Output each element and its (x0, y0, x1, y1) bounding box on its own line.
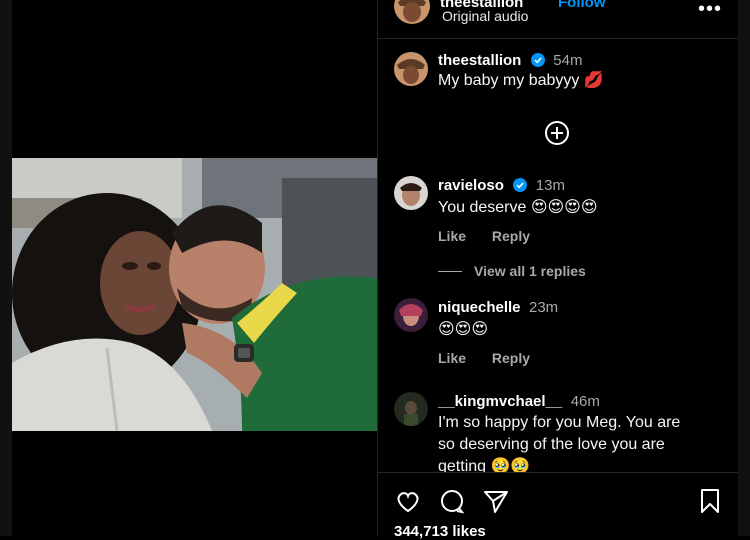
bookmark-icon[interactable] (696, 487, 724, 515)
like-comment-button[interactable]: Like (438, 350, 466, 366)
right-backdrop (738, 0, 750, 536)
verified-badge-icon (530, 53, 545, 67)
caption-time: 54m (553, 52, 583, 69)
comment-avatar[interactable] (394, 298, 428, 332)
heart-icon[interactable] (394, 487, 422, 515)
action-bar: 344,713 likes (378, 472, 738, 540)
share-icon[interactable] (482, 487, 510, 515)
likes-count[interactable]: 344,713 likes (394, 523, 486, 540)
comment-actions: Like Reply (438, 228, 552, 244)
caption-text: My baby my babyyy 💋 (438, 72, 604, 89)
like-comment-button[interactable]: Like (438, 228, 466, 244)
avatar-image (394, 176, 428, 210)
verified-badge-icon (513, 178, 528, 192)
comment-avatar[interactable] (394, 176, 428, 210)
comment-username[interactable]: ravieloso (438, 177, 504, 194)
comment-time: 23m (528, 299, 559, 316)
caption-username[interactable]: theestallion (438, 52, 521, 69)
post-header: theestallion Follow Original audio ••• (378, 0, 738, 39)
comments-panel: theestallion Follow Original audio ••• t… (378, 0, 738, 540)
comment-avatar[interactable] (394, 392, 428, 426)
comment-username[interactable]: __kingmvchael__ (438, 393, 562, 410)
left-backdrop (0, 0, 12, 536)
comment-text: 😍😍😍 (438, 321, 489, 338)
caption-avatar[interactable] (394, 52, 428, 86)
more-icon[interactable]: ••• (698, 0, 722, 21)
comment-meta: ravieloso 13m (438, 177, 565, 195)
reply-button[interactable]: Reply (492, 350, 530, 366)
view-replies-button[interactable]: View all 1 replies (474, 263, 586, 279)
caption-meta: theestallion 54m (438, 52, 582, 70)
comment-text-line: I'm so happy for you Meg. You are (438, 414, 681, 431)
avatar-image (394, 52, 428, 86)
comment-meta: __kingmvchael__ 46m (438, 393, 600, 411)
comment-time: 13m (535, 177, 565, 194)
author-avatar[interactable] (394, 0, 430, 24)
plus-circle-icon[interactable] (544, 120, 570, 146)
avatar-image (394, 298, 428, 332)
comment-actions: Like Reply (438, 350, 552, 366)
avatar-image (394, 392, 428, 426)
comment-text: You deserve 😍😍😍😍 (438, 199, 598, 216)
media-pane (12, 0, 378, 536)
photo-illustration (12, 158, 378, 431)
replies-line (438, 271, 462, 272)
avatar-image (394, 0, 430, 24)
comment-text-line: so deserving of the love you are (438, 436, 665, 453)
comment-username[interactable]: niquechelle (438, 299, 521, 316)
follow-button[interactable]: Follow (558, 0, 606, 11)
comment-icon[interactable] (438, 487, 466, 515)
comment-meta: niquechelle 23m (438, 299, 558, 317)
audio-link[interactable]: Original audio (442, 8, 528, 24)
comment-time: 46m (570, 393, 600, 410)
post-photo[interactable] (12, 158, 378, 431)
post-viewer: theestallion Follow Original audio ••• t… (0, 0, 750, 540)
reply-button[interactable]: Reply (492, 228, 530, 244)
